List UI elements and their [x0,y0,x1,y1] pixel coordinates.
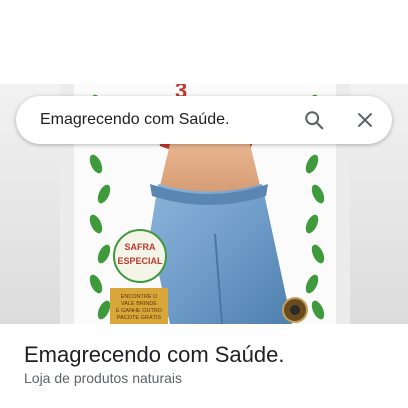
clear-search-button[interactable] [349,104,381,136]
badge-line-1: SAFRA [125,242,156,252]
search-input[interactable]: Emagrecendo com Saúde. [40,96,229,144]
promo-line-2: VALE BRINDE [121,301,157,307]
badge-line-2: ESPECIAL [117,256,163,266]
search-button[interactable] [298,104,330,136]
place-name: Emagrecendo com Saúde. [24,342,285,367]
place-category: Loja de produtos naturais [24,370,182,386]
promo-line-3: E GANHE OUTRO [116,308,163,314]
promo-line-1: ENCONTRE O [121,294,158,300]
close-icon [358,113,372,127]
search-icon [305,111,324,130]
search-bar[interactable]: Emagrecendo com Saúde. [16,96,392,144]
promo-line-4: PACOTE GRÁTIS [117,314,162,321]
